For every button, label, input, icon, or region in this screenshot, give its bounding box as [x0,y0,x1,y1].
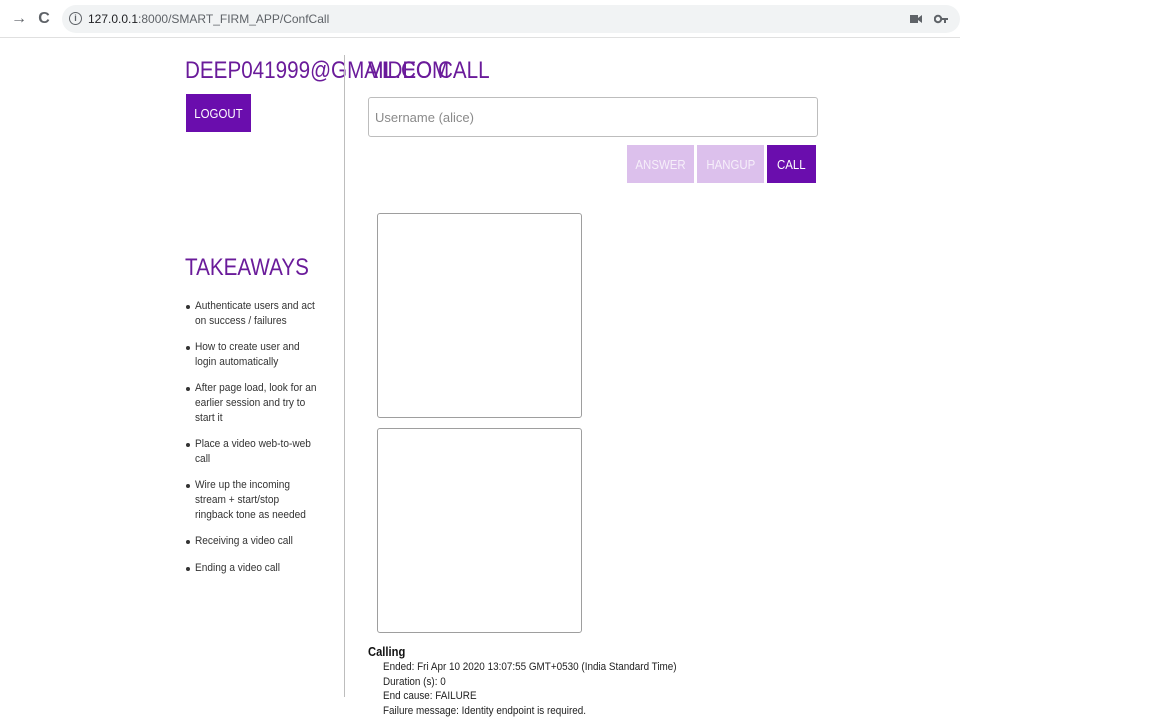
hangup-button[interactable]: HANGUP [697,145,764,183]
list-item: Wire up the incoming stream + start/stop… [185,478,335,522]
remote-video [377,213,582,418]
forward-icon[interactable]: → [9,9,29,29]
list-item: After page load, look for an earlier ses… [185,381,335,425]
takeaways-heading: TAKEAWAYS [185,254,309,281]
call-status-details: Ended: Fri Apr 10 2020 13:07:55 GMT+0530… [383,660,709,718]
call-button[interactable]: CALL [767,145,816,183]
address-bar[interactable]: i 127.0.0.1:8000/SMART_FIRM_APP/ConfCall [62,5,960,33]
list-item: Receiving a video call [185,534,335,549]
url-host: 127.0.0.1 [88,12,139,26]
list-item: Place a video web-to-web call [185,437,335,466]
key-icon[interactable] [934,13,948,25]
call-label: CALL [777,156,806,172]
list-item: Ending a video call [185,561,335,576]
username-input[interactable] [368,97,818,137]
logout-button[interactable]: LOGOUT [186,94,251,132]
answer-button[interactable]: ANSWER [627,145,694,183]
info-icon[interactable]: i [69,12,82,25]
camera-icon[interactable] [910,14,922,24]
reload-icon[interactable]: C [34,9,54,29]
list-item: How to create user and login automatical… [185,340,335,369]
answer-label: ANSWER [635,156,686,172]
takeaways-list: Authenticate users and act on success / … [185,299,335,587]
list-item: Authenticate users and act on success / … [185,299,335,328]
url-text[interactable]: 127.0.0.1:8000/SMART_FIRM_APP/ConfCall [88,12,329,26]
status-duration: Duration (s): 0 [383,675,446,688]
status-failure-message: Failure message: Identity endpoint is re… [383,704,587,717]
hangup-label: HANGUP [706,156,755,172]
url-path: :8000/SMART_FIRM_APP/ConfCall [138,12,330,26]
status-ended: Ended: Fri Apr 10 2020 13:07:55 GMT+0530… [383,661,677,673]
column-divider [344,55,345,697]
local-video [377,428,582,633]
call-status-title: Calling [368,644,406,659]
logout-label: LOGOUT [194,105,243,121]
browser-toolbar: → C i 127.0.0.1:8000/SMART_FIRM_APP/Conf… [0,0,960,38]
status-end-cause: End cause: FAILURE [383,690,477,702]
page-title: VIDEO CALL [368,57,490,84]
